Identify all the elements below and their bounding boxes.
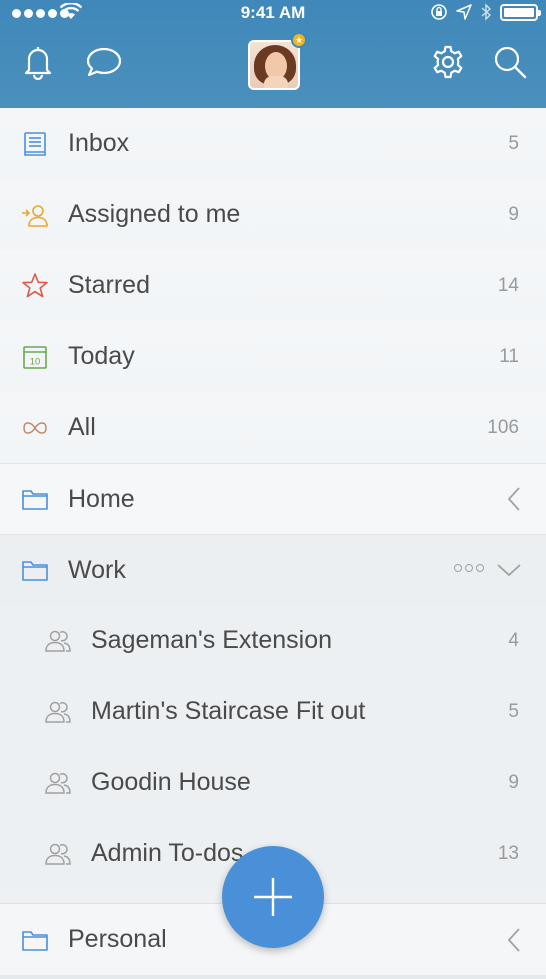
list-item-martins-staircase[interactable]: Martin's Staircase Fit out 5 (0, 676, 546, 747)
bluetooth-icon (481, 3, 492, 21)
divider (0, 975, 546, 979)
assigned-icon (21, 201, 49, 229)
shared-list-icon (44, 698, 72, 726)
chevron-down-icon[interactable] (496, 562, 522, 578)
folder-label: Home (68, 484, 135, 513)
list-label: Assigned to me (68, 200, 241, 228)
folder-work[interactable]: Work (0, 534, 546, 605)
pro-badge: ★ (291, 32, 307, 48)
folder-label: Personal (68, 925, 167, 953)
list-item-inbox[interactable]: Inbox 5 (0, 108, 546, 179)
battery-icon (500, 3, 541, 21)
plus-icon (254, 878, 292, 916)
list-count: 9 (508, 203, 519, 225)
list-count: 14 (497, 274, 519, 296)
list-count: 11 (499, 345, 519, 367)
chevron-left-icon[interactable] (506, 486, 522, 512)
list-count: 9 (508, 771, 519, 793)
list-label: Starred (68, 271, 150, 299)
list-item-starred[interactable]: Starred 14 (0, 250, 546, 321)
list-label: Inbox (68, 129, 130, 157)
shared-list-icon (44, 627, 72, 655)
shared-list-icon (44, 840, 72, 868)
list-label: Sageman's Extension (91, 626, 333, 654)
list-item-today[interactable]: 10 Today 11 (0, 321, 546, 392)
list-count: 4 (508, 629, 519, 651)
bell-icon[interactable] (16, 40, 60, 84)
folder-icon (21, 926, 49, 954)
chat-icon[interactable] (82, 40, 126, 84)
list-label: Today (68, 342, 135, 370)
calendar-day: 10 (30, 356, 41, 367)
list-count: 13 (497, 842, 519, 864)
infinity-icon (21, 414, 49, 442)
folder-home[interactable]: Home (0, 463, 546, 534)
location-icon (456, 4, 472, 20)
search-icon[interactable] (488, 40, 532, 84)
folder-label: Work (68, 555, 126, 584)
list-label: Admin To-dos (91, 839, 244, 867)
list-count: 5 (508, 700, 519, 722)
list-item-assigned-to-me[interactable]: Assigned to me 9 (0, 179, 546, 250)
list-label: Goodin House (91, 768, 251, 796)
more-icon[interactable] (454, 564, 484, 572)
top-bar: 9:41 AM ★ (0, 0, 546, 108)
inbox-icon (21, 130, 49, 158)
add-list-button[interactable] (222, 846, 324, 948)
chevron-left-icon[interactable] (506, 927, 522, 953)
avatar[interactable] (248, 40, 300, 90)
star-icon (21, 272, 49, 300)
list-label: Martin's Staircase Fit out (91, 697, 366, 725)
calendar-icon: 10 (21, 343, 49, 371)
gear-icon[interactable] (426, 40, 470, 84)
shared-list-icon (44, 769, 72, 797)
sidebar-lists: Inbox 5 Assigned to me 9 Starred 14 10 T… (0, 108, 546, 889)
orientation-lock-icon (431, 4, 447, 20)
list-item-goodin-house[interactable]: Goodin House 9 (0, 747, 546, 818)
list-count: 5 (508, 132, 519, 154)
status-bar: 9:41 AM (0, 0, 546, 28)
list-label: All (68, 413, 96, 441)
list-count: 106 (487, 416, 519, 438)
folder-icon (21, 556, 49, 584)
folder-icon (21, 485, 49, 513)
list-item-all[interactable]: All 106 (0, 392, 546, 463)
list-item-sagemans-extension[interactable]: Sageman's Extension 4 (0, 605, 546, 676)
